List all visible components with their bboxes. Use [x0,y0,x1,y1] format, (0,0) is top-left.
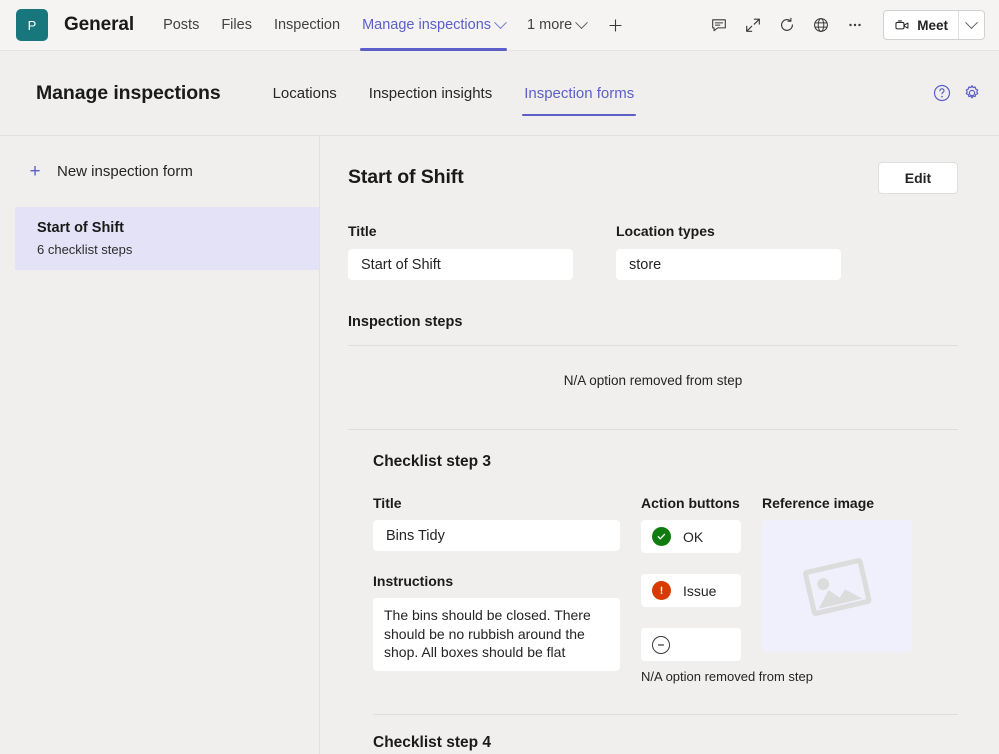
step-title-input[interactable]: Bins Tidy [373,520,620,551]
meet-button[interactable]: Meet [884,11,958,39]
top-bar-actions: Meet [703,9,985,41]
check-circle-icon [652,527,671,546]
edit-button[interactable]: Edit [878,162,958,194]
action-button-issue[interactable]: Issue [641,574,741,607]
error-circle-icon [652,581,671,600]
team-avatar: P [16,9,48,41]
inspection-steps-heading: Inspection steps [348,314,958,330]
expand-icon[interactable] [737,9,769,41]
plus-icon: + [26,162,44,181]
channel-tab-files[interactable]: Files [210,0,263,51]
step-reference-image-column: Reference image [762,495,912,684]
step-heading: Checklist step 4 [373,734,958,752]
help-icon[interactable] [931,82,953,104]
na-removed-notice: N/A option removed from step [348,346,958,414]
chevron-down-icon [575,16,588,29]
app-tab-label: Inspection insights [369,85,492,102]
reference-image-placeholder[interactable] [762,520,912,652]
tab-locations[interactable]: Locations [257,51,353,135]
channel-title: General [64,14,134,36]
location-types-field-group: Location types store [616,223,841,280]
channel-tab-label: Manage inspections [362,17,491,33]
step-heading: Checklist step 3 [373,453,958,471]
channel-tab-inspection[interactable]: Inspection [263,0,351,51]
title-field-label: Title [348,223,573,239]
channel-tab-strip: Posts Files Inspection Manage inspection… [152,0,634,51]
globe-icon[interactable] [805,9,837,41]
list-item-title: Start of Shift [37,220,319,236]
new-inspection-form-button[interactable]: + New inspection form [0,150,319,193]
title-input[interactable]: Start of Shift [348,249,573,280]
meet-button-group: Meet [883,10,985,40]
app-tab-strip: Locations Inspection insights Inspection… [257,51,651,135]
channel-tab-more[interactable]: 1 more [516,0,597,51]
location-types-label: Location types [616,223,841,239]
title-field-group: Title Start of Shift [348,223,573,280]
channel-tab-manage-inspections[interactable]: Manage inspections [351,0,516,51]
reference-image-label: Reference image [762,495,912,511]
channel-tab-label: Posts [163,17,199,33]
chevron-down-icon [965,16,978,29]
step-title-label: Title [373,495,620,511]
plus-icon [607,17,624,34]
action-button-ok[interactable]: OK [641,520,741,553]
form-title-heading: Start of Shift [348,162,464,189]
chat-icon[interactable] [703,9,735,41]
teams-top-bar: P General Posts Files Inspection Manage … [0,0,999,51]
location-types-input[interactable]: store [616,249,841,280]
forms-sidebar: + New inspection form Start of Shift 6 c… [0,136,320,754]
step-instructions-label: Instructions [373,573,620,589]
tab-inspection-insights[interactable]: Inspection insights [353,51,508,135]
gear-icon[interactable] [961,82,983,104]
app-tab-label: Inspection forms [524,85,634,102]
step-na-removed-note: N/A option removed from step [641,669,741,684]
action-button-label: Issue [683,583,716,599]
list-item-subtitle: 6 checklist steps [37,242,319,257]
channel-tab-label: Inspection [274,17,340,33]
action-buttons-label: Action buttons [641,495,741,511]
add-tab-button[interactable] [597,0,634,51]
video-camera-icon [894,17,911,34]
tab-inspection-forms[interactable]: Inspection forms [508,51,650,135]
step-instructions-input[interactable]: The bins should be closed. There should … [373,598,620,671]
form-detail-pane: Start of Shift Edit Title Start of Shift… [320,136,999,754]
new-inspection-form-label: New inspection form [57,163,193,180]
action-button-na[interactable] [641,628,741,661]
checklist-step-3: Checklist step 3 Title Bins Tidy Instruc… [348,430,958,715]
refresh-icon[interactable] [771,9,803,41]
action-button-label: OK [683,529,703,545]
image-placeholder-icon [795,549,879,623]
app-header: Manage inspections Locations Inspection … [0,51,999,135]
app-tab-label: Locations [273,85,337,102]
meet-label: Meet [917,18,948,33]
channel-tab-label: 1 more [527,17,572,33]
checklist-step-4: Checklist step 4 Title Action buttons Re… [348,715,958,754]
chevron-down-icon [494,16,507,29]
sidebar-item-start-of-shift[interactable]: Start of Shift 6 checklist steps [15,207,319,270]
form-detail-header: Start of Shift Edit [348,162,958,194]
content-area: + New inspection form Start of Shift 6 c… [0,135,999,754]
channel-tab-posts[interactable]: Posts [152,0,210,51]
step-left-column: Title Bins Tidy Instructions The bins sh… [373,495,620,684]
meet-dropdown-button[interactable] [958,11,984,39]
app-header-actions [931,82,983,104]
form-meta-fields: Title Start of Shift Location types stor… [348,223,958,280]
channel-tab-label: Files [221,17,252,33]
step-action-buttons-column: Action buttons OK Issue [641,495,741,684]
more-icon[interactable] [839,9,871,41]
minus-circle-icon [652,636,670,654]
page-title: Manage inspections [36,82,221,105]
